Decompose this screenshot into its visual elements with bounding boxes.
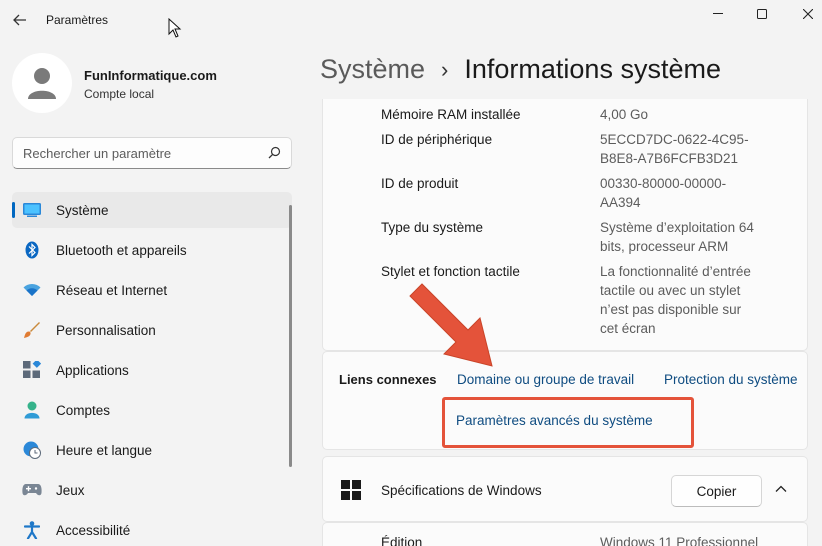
sidebar-item-label: Bluetooth et appareils bbox=[56, 243, 187, 258]
windows-specs-title: Spécifications de Windows bbox=[381, 483, 542, 498]
related-links-title: Liens connexes bbox=[339, 372, 437, 387]
profile-name: FunInformatique.com bbox=[84, 68, 217, 83]
spec-label-ram: Mémoire RAM installée bbox=[381, 107, 521, 122]
value-line: n’est pas disponible sur bbox=[600, 302, 742, 317]
search-icon[interactable] bbox=[268, 146, 281, 159]
sidebar-scrollbar[interactable] bbox=[289, 205, 292, 467]
value-line: tactile ou avec un stylet bbox=[600, 283, 741, 298]
device-specs-card: Mémoire RAM installée 4,00 Go ID de péri… bbox=[322, 99, 808, 351]
back-arrow-icon[interactable] bbox=[8, 8, 32, 32]
sidebar-item-comptes[interactable]: Comptes bbox=[12, 392, 292, 428]
spec-label-device-id: ID de périphérique bbox=[381, 132, 493, 147]
spec-value-device-id: 5ECCD7DC-0622-4C95- B8E8-A7B6FCFB3D21 bbox=[600, 130, 775, 168]
sidebar-item-label: Système bbox=[56, 203, 109, 218]
sidebar-item-systeme[interactable]: Système bbox=[12, 192, 292, 228]
account-type: Compte local bbox=[84, 87, 155, 101]
apps-icon bbox=[22, 361, 42, 379]
minimize-icon[interactable] bbox=[704, 4, 732, 24]
edition-value: Windows 11 Professionnel bbox=[600, 535, 759, 546]
sidebar-item-label: Réseau et Internet bbox=[56, 283, 168, 298]
value-line: B8E8-A7B6FCFB3D21 bbox=[600, 151, 739, 166]
person-icon bbox=[28, 68, 56, 99]
person-icon bbox=[22, 401, 42, 419]
clock-globe-icon bbox=[22, 441, 42, 459]
spec-label-pen-touch: Stylet et fonction tactile bbox=[381, 264, 520, 279]
spec-label-system-type: Type du système bbox=[381, 220, 484, 235]
search-box[interactable] bbox=[12, 137, 292, 169]
highlight-box bbox=[442, 397, 694, 448]
value-line: Système d’exploitation 64 bbox=[600, 220, 754, 235]
sidebar-item-reseau[interactable]: Réseau et Internet bbox=[12, 272, 292, 308]
display-icon bbox=[22, 201, 42, 219]
bluetooth-icon bbox=[22, 241, 42, 259]
breadcrumb-parent[interactable]: Système bbox=[320, 54, 425, 85]
search-input[interactable] bbox=[23, 138, 263, 168]
accessibility-icon bbox=[22, 521, 42, 539]
title-bar: Paramètres bbox=[0, 0, 822, 40]
sidebar-item-bluetooth[interactable]: Bluetooth et appareils bbox=[12, 232, 292, 268]
sidebar-item-accessibilite[interactable]: Accessibilité bbox=[12, 512, 292, 546]
sidebar-item-label: Accessibilité bbox=[56, 523, 131, 538]
value-line: La fonctionnalité d’entrée bbox=[600, 264, 751, 279]
copy-button[interactable]: Copier bbox=[671, 475, 762, 507]
app-title: Paramètres bbox=[46, 13, 109, 27]
sidebar-item-label: Personnalisation bbox=[56, 323, 156, 338]
sidebar-item-applications[interactable]: Applications bbox=[12, 352, 292, 388]
active-indicator bbox=[12, 202, 15, 218]
chevron-up-icon[interactable] bbox=[773, 481, 789, 497]
mouse-cursor-icon bbox=[168, 18, 182, 38]
sidebar-item-personnalisation[interactable]: Personnalisation bbox=[12, 312, 292, 348]
value-line: cet écran bbox=[600, 321, 656, 336]
windows-specs-card[interactable]: Spécifications de Windows Copier bbox=[322, 456, 808, 522]
spec-label-product-id: ID de produit bbox=[381, 176, 459, 191]
breadcrumb-separator: › bbox=[441, 56, 449, 82]
domain-workgroup-link[interactable]: Domaine ou groupe de travail bbox=[457, 372, 634, 387]
sidebar-item-heure-langue[interactable]: Heure et langue bbox=[12, 432, 292, 468]
sidebar-item-label: Comptes bbox=[56, 403, 111, 418]
value-line: AA394 bbox=[600, 195, 641, 210]
spec-value-ram: 4,00 Go bbox=[600, 107, 649, 122]
breadcrumb: Système › Informations système bbox=[320, 54, 721, 85]
edition-label: Édition bbox=[381, 535, 423, 546]
brush-icon bbox=[22, 321, 42, 339]
value-line: bits, processeur ARM bbox=[600, 239, 729, 254]
maximize-icon[interactable] bbox=[748, 4, 776, 24]
windows-logo-icon bbox=[341, 480, 361, 500]
avatar[interactable] bbox=[12, 53, 72, 113]
spec-value-system-type: Système d’exploitation 64 bits, processe… bbox=[600, 218, 775, 256]
sidebar-item-jeux[interactable]: Jeux bbox=[12, 472, 292, 508]
close-icon[interactable] bbox=[794, 4, 822, 24]
value-line: 5ECCD7DC-0622-4C95- bbox=[600, 132, 749, 147]
wifi-icon bbox=[22, 281, 42, 299]
sidebar-item-label: Jeux bbox=[56, 483, 85, 498]
value-line: 00330-80000-00000- bbox=[600, 176, 727, 191]
system-protection-link[interactable]: Protection du système bbox=[664, 372, 798, 387]
sidebar-item-label: Applications bbox=[56, 363, 129, 378]
page-title: Informations système bbox=[464, 54, 721, 84]
spec-value-product-id: 00330-80000-00000- AA394 bbox=[600, 174, 775, 212]
spec-value-pen-touch: La fonctionnalité d’entrée tactile ou av… bbox=[600, 262, 775, 338]
gamepad-icon bbox=[22, 481, 42, 499]
windows-edition-card: Édition Windows 11 Professionnel bbox=[322, 522, 808, 546]
sidebar-item-label: Heure et langue bbox=[56, 443, 153, 458]
